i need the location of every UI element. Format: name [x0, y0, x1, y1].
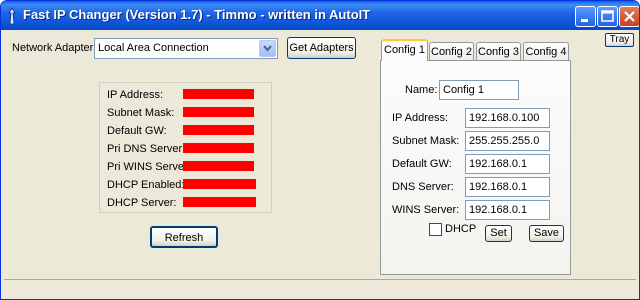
close-button[interactable] [619, 6, 639, 27]
title-bar[interactable]: Fast IP Changer (Version 1.7) - Timmo - … [1, 1, 639, 30]
config-wins-label: WINS Server: [392, 204, 460, 216]
info-value-gateway [183, 125, 254, 135]
app-window: Fast IP Changer (Version 1.7) - Timmo - … [0, 0, 640, 300]
network-adapter-select[interactable]: Local Area Connection [94, 38, 278, 59]
config-ip-field[interactable]: 192.168.0.100 [465, 108, 550, 128]
config-dns-field[interactable]: 192.168.0.1 [465, 177, 550, 197]
current-ip-info-panel: IP Address: Subnet Mask: Default GW: Pri… [99, 82, 272, 213]
info-label-subnet: Subnet Mask: [107, 107, 175, 119]
window-title: Fast IP Changer (Version 1.7) - Timmo - … [23, 7, 371, 22]
config-gateway-label: Default GW: [392, 158, 452, 170]
info-value-dhcp-server [183, 197, 256, 207]
info-label-dns: Pri DNS Server: [107, 143, 186, 155]
minimize-button[interactable] [575, 6, 596, 27]
info-value-dhcp-enabled [183, 179, 256, 189]
tray-button[interactable]: Tray [605, 33, 634, 47]
config-wins-field[interactable]: 192.168.0.1 [465, 200, 550, 220]
close-icon [624, 11, 635, 22]
info-value-dns [183, 143, 254, 153]
config-subnet-label: Subnet Mask: [392, 135, 460, 147]
tab-config-2[interactable]: Config 2 [429, 42, 474, 61]
maximize-icon [601, 10, 614, 22]
network-adapter-value: Local Area Connection [98, 42, 209, 54]
chevron-down-icon[interactable] [259, 40, 276, 57]
info-label-dhcp-enabled: DHCP Enabled: [107, 179, 185, 191]
info-label-ip: IP Address: [107, 89, 164, 101]
config-name-label: Name: [405, 84, 438, 96]
tab-config-4[interactable]: Config 4 [523, 42, 569, 61]
info-label-dhcp-server: DHCP Server: [107, 197, 177, 209]
info-value-ip [183, 89, 254, 99]
tab-config-3[interactable]: Config 3 [476, 42, 521, 61]
info-value-wins [183, 161, 254, 171]
main-panel: Network Adapter: Local Area Connection G… [4, 30, 636, 298]
info-value-subnet [183, 107, 254, 117]
set-button[interactable]: Set [485, 225, 512, 242]
config-subnet-field[interactable]: 255.255.255.0 [465, 131, 550, 151]
maximize-button[interactable] [597, 6, 618, 27]
config-gateway-field[interactable]: 192.168.0.1 [465, 154, 550, 174]
tab-config-1[interactable]: Config 1 [381, 39, 428, 61]
config-dns-label: DNS Server: [392, 181, 454, 193]
config-tab-page: Name: Config 1 IP Address: 192.168.0.100… [380, 60, 571, 275]
get-adapters-button[interactable]: Get Adapters [287, 37, 356, 59]
config-name-field[interactable]: Config 1 [439, 80, 519, 100]
network-adapter-label: Network Adapter: [12, 42, 97, 54]
config-ip-label: IP Address: [392, 112, 449, 124]
minimize-icon [581, 19, 588, 22]
dhcp-checkbox-label[interactable]: DHCP [445, 223, 476, 235]
info-label-gateway: Default GW: [107, 125, 167, 137]
refresh-button[interactable]: Refresh [150, 226, 218, 248]
dhcp-checkbox[interactable] [429, 223, 442, 236]
status-bar [4, 279, 636, 298]
app-icon [6, 7, 18, 25]
info-label-wins: Pri WINS Server: [107, 161, 191, 173]
save-button[interactable]: Save [529, 225, 564, 242]
